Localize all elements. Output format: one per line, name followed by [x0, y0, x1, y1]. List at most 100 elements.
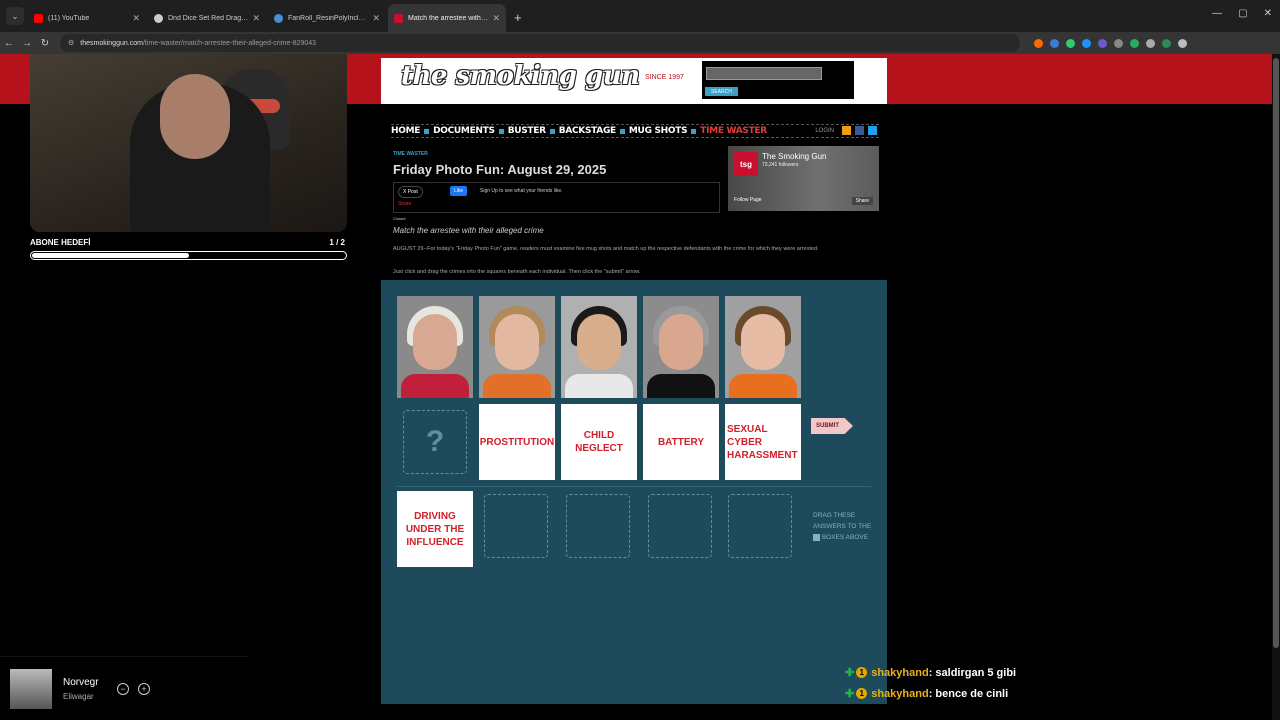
article-kicker[interactable]: TIME WASTER [393, 151, 428, 157]
close-tab-icon[interactable]: ✕ [252, 13, 260, 24]
youtube-favicon-icon [34, 13, 43, 23]
webcam-overlay [30, 54, 347, 232]
minimize-icon[interactable]: — [1212, 8, 1222, 19]
match-game: ? PROSTITUTION CHILD NEGLECT BATTERY SEX… [381, 280, 887, 704]
tsg-logo: tsg [734, 152, 758, 176]
plus-icon[interactable]: + [138, 683, 150, 695]
mug-shirt [483, 374, 551, 398]
close-tab-icon[interactable]: ✕ [492, 13, 500, 24]
extension-icon[interactable] [1130, 38, 1139, 48]
since-label: SINCE 1997 [645, 74, 684, 81]
smoking-gun-site: the smoking gun SINCE 1997 SEARCH HOME D… [381, 58, 887, 704]
x-post-button[interactable]: X Post [398, 186, 423, 198]
web-page: ABONE HEDEFİ 1 / 2 the smoking gun SINCE… [0, 54, 1280, 720]
url-field[interactable]: ⚙ thesmokinggun.com /time-waster/match-a… [60, 34, 1020, 52]
maximize-icon[interactable]: ▢ [1238, 8, 1247, 19]
article-headline: Friday Photo Fun: August 29, 2025 [393, 162, 607, 177]
twitter-icon[interactable] [868, 126, 877, 135]
article-subtitle: Match the arrestee with their alleged cr… [393, 226, 544, 235]
reload-button[interactable]: ↻ [36, 38, 54, 49]
crime-card-prostitution[interactable]: PROSTITUTION [479, 404, 555, 480]
crime-card-battery[interactable]: BATTERY [643, 404, 719, 480]
fb-follow-button[interactable]: Follow Page [734, 197, 762, 203]
empty-answer-slot [484, 494, 548, 558]
share-button[interactable]: Share [398, 201, 411, 207]
nav-documents[interactable]: DOCUMENTS [433, 126, 495, 136]
back-button[interactable]: ← [0, 38, 18, 49]
scrollbar[interactable] [1272, 54, 1280, 720]
tab-strip: ⌄ (11) YouTube ✕ Dnd Dice Set Red Dragon… [0, 0, 1280, 32]
mug-face [659, 314, 703, 370]
mug-shirt [729, 374, 797, 398]
tab-smoking-gun[interactable]: Match the arrestee with their a ✕ [388, 4, 506, 32]
extension-icon[interactable] [1082, 38, 1091, 48]
close-window-icon[interactable]: ✕ [1264, 8, 1272, 19]
chat-overlay: ✚ 1 shakyhand : saldirgan 5 gibi ✚ 1 sha… [845, 666, 1016, 708]
sub-goal-fill [32, 253, 189, 258]
facebook-page-card[interactable]: tsg The Smoking Gun 73,241 followers Fol… [728, 146, 879, 211]
profile-avatar-icon[interactable] [1162, 38, 1171, 48]
chat-message: ✚ 1 shakyhand : saldirgan 5 gibi [845, 666, 1016, 680]
album-art [10, 669, 52, 709]
mug-face [495, 314, 539, 370]
forward-button[interactable]: → [18, 38, 36, 49]
new-tab-button[interactable]: + [514, 10, 522, 25]
submit-arrow-button[interactable]: SUBMIT [811, 418, 853, 434]
sub-goal-bar [30, 251, 347, 260]
nav-home[interactable]: HOME [391, 126, 420, 136]
nav-time-waster[interactable]: TIME WASTER [700, 126, 767, 136]
drag-hint: DRAG THESE ANSWERS TO THE BOXES ABOVE [813, 510, 873, 543]
fb-like-text: Sign Up to see what your friends like. [480, 188, 563, 194]
answer-card-dui[interactable]: DRIVING UNDER THE INFLUENCE [397, 491, 473, 567]
extension-icon[interactable] [1098, 38, 1107, 48]
mug-shirt [647, 374, 715, 398]
mug-shot-3 [561, 296, 637, 398]
mug-shot-1 [397, 296, 473, 398]
search-button[interactable]: SEARCH [705, 87, 738, 96]
closed-label: Closed [393, 216, 406, 221]
drag-hint-text-2: BOXES ABOVE [821, 534, 869, 541]
crime-card-child-neglect[interactable]: CHILD NEGLECT [561, 404, 637, 480]
chat-username: shakyhand [871, 687, 929, 700]
extension-icon[interactable] [1114, 38, 1123, 48]
nav-backstage[interactable]: BACKSTAGE [559, 126, 616, 136]
tab-fanroll[interactable]: FanRoll_ResinPolyInclusionDice ✕ [268, 4, 386, 32]
site-header: the smoking gun SINCE 1997 SEARCH [381, 58, 887, 104]
rss-icon[interactable] [842, 126, 851, 135]
extensions-area [1034, 38, 1187, 48]
facebook-icon[interactable] [855, 126, 864, 135]
minus-icon[interactable]: − [117, 683, 129, 695]
sub-badge: 1 [856, 688, 868, 699]
tab-youtube[interactable]: (11) YouTube ✕ [28, 4, 146, 32]
share-box: X Post Like Sign Up to see what your fri… [393, 182, 720, 213]
site-info-icon[interactable]: ⚙ [68, 39, 74, 47]
url-path: /time-waster/match-arrestee-their-allege… [142, 39, 317, 47]
close-tab-icon[interactable]: ✕ [372, 13, 380, 24]
tab-title: FanRoll_ResinPolyInclusionDice [288, 14, 368, 22]
extension-icon[interactable] [1034, 38, 1043, 48]
tab-dice-set[interactable]: Dnd Dice Set Red Dragon drag ✕ [148, 4, 266, 32]
search-input[interactable] [706, 67, 822, 80]
nav-mug-shots[interactable]: MUG SHOTS [629, 126, 688, 136]
fb-page-name[interactable]: The Smoking Gun [762, 152, 826, 161]
site-logo[interactable]: the smoking gun [401, 61, 640, 91]
menu-kebab-icon[interactable] [1178, 38, 1187, 48]
drop-slot-1[interactable]: ? [403, 410, 467, 474]
empty-answer-slot [648, 494, 712, 558]
fb-share-button[interactable]: Share [851, 197, 873, 205]
extension-icon[interactable] [1050, 38, 1059, 48]
extensions-puzzle-icon[interactable] [1146, 38, 1155, 48]
fb-like-button[interactable]: Like [450, 186, 468, 196]
scrollbar-thumb[interactable] [1273, 58, 1279, 648]
sub-goal-label: ABONE HEDEFİ [30, 238, 91, 247]
nav-buster[interactable]: BUSTER [508, 126, 546, 136]
tab-search-icon[interactable]: ⌄ [6, 7, 24, 25]
nav-separator [549, 128, 555, 134]
login-link[interactable]: LOGIN [815, 128, 834, 134]
main-nav: HOME DOCUMENTS BUSTER BACKSTAGE MUG SHOT… [391, 124, 879, 138]
close-tab-icon[interactable]: ✕ [132, 13, 140, 24]
crime-card-sexual-cyber-harassment[interactable]: SEXUAL CYBER HARASSMENT [725, 404, 801, 480]
extension-icon[interactable] [1066, 38, 1075, 48]
mug-face [577, 314, 621, 370]
game-divider [397, 486, 871, 487]
